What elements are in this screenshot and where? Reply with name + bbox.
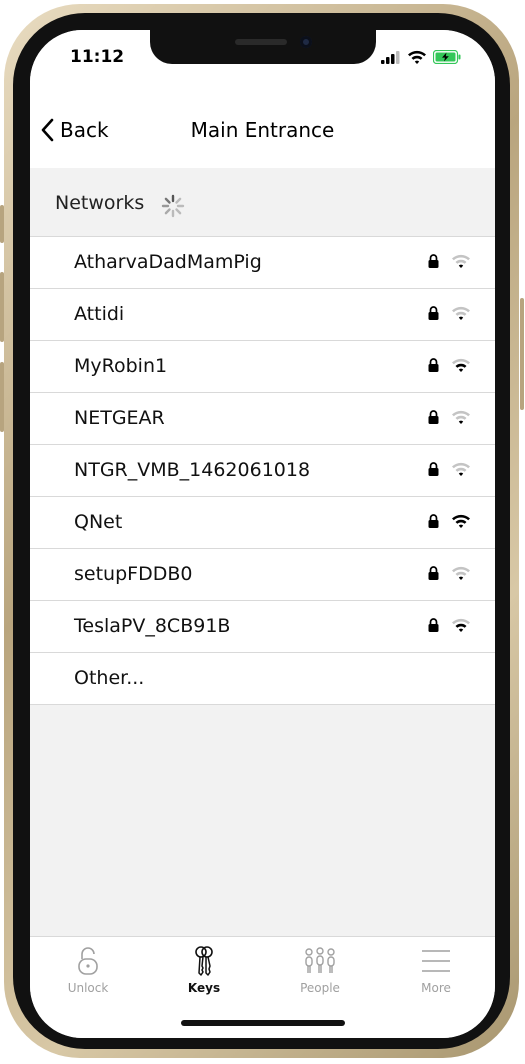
tab-label: Unlock (67, 981, 109, 995)
network-name: AtharvaDadMamPig (74, 251, 262, 273)
network-row-atharvadadmampig[interactable]: AtharvaDadMamPig (30, 237, 495, 289)
network-name: MyRobin1 (74, 355, 168, 377)
network-name: TeslaPV_8CB91B (74, 615, 231, 637)
lock-icon (428, 462, 439, 476)
tab-label: People (300, 981, 340, 995)
wifi-signal-icon (452, 514, 470, 528)
loading-spinner-icon (161, 194, 185, 218)
network-row-ntgr-vmb[interactable]: NTGR_VMB_1462061018 (30, 445, 495, 497)
network-name: QNet (74, 511, 123, 533)
tab-people[interactable]: People (262, 945, 378, 995)
tab-unlock[interactable]: Unlock (30, 945, 146, 995)
back-button[interactable]: Back (40, 118, 109, 142)
wifi-signal-icon (452, 618, 470, 632)
navigation-bar: Main Entrance Back (30, 90, 495, 169)
power-button (520, 298, 524, 410)
keys-icon (195, 946, 213, 976)
wifi-signal-icon (452, 306, 470, 320)
wifi-signal-icon (452, 410, 470, 424)
volume-down-button (0, 362, 4, 432)
chevron-left-icon (41, 118, 54, 142)
volume-up-button (0, 272, 4, 342)
lock-icon (428, 514, 439, 528)
network-row-setupfddb0[interactable]: setupFDDB0 (30, 549, 495, 601)
padlock-icon (78, 947, 98, 975)
network-name: NTGR_VMB_1462061018 (74, 459, 311, 481)
network-row-qnet[interactable]: QNet (30, 497, 495, 549)
network-list: AtharvaDadMamPig Attidi MyRobin1 NETGEAR… (30, 237, 495, 705)
front-camera (300, 36, 312, 48)
network-name: setupFDDB0 (74, 563, 193, 585)
wifi-status-icon (408, 50, 426, 64)
tab-label: More (421, 981, 451, 995)
section-label: Networks (55, 192, 145, 214)
battery-charging-icon (433, 50, 461, 64)
tab-keys[interactable]: Keys (146, 945, 262, 995)
mute-switch (0, 205, 4, 243)
status-icons (381, 50, 461, 64)
screen: 11:12 Main Entrance Back Networks Atharv… (30, 30, 495, 1038)
notch (150, 30, 376, 64)
lock-icon (428, 410, 439, 424)
network-row-myrobin1[interactable]: MyRobin1 (30, 341, 495, 393)
back-label: Back (60, 118, 109, 142)
lock-icon (428, 254, 439, 268)
lock-icon (428, 618, 439, 632)
network-row-teslapv[interactable]: TeslaPV_8CB91B (30, 601, 495, 653)
networks-section-header: Networks (30, 168, 495, 237)
home-indicator[interactable] (181, 1020, 345, 1026)
network-name: NETGEAR (74, 407, 165, 429)
wifi-signal-icon (452, 462, 470, 476)
cellular-signal-icon (381, 50, 400, 64)
wifi-signal-icon (452, 254, 470, 268)
lock-icon (428, 358, 439, 372)
network-row-attidi[interactable]: Attidi (30, 289, 495, 341)
network-row-netgear[interactable]: NETGEAR (30, 393, 495, 445)
tab-label: Keys (187, 981, 221, 995)
wifi-signal-icon (452, 566, 470, 580)
network-name: Attidi (74, 303, 125, 325)
tab-more[interactable]: More (378, 945, 494, 995)
people-icon (305, 947, 335, 973)
menu-icon (422, 950, 450, 972)
other-network-row[interactable]: Other... (30, 653, 495, 705)
other-network-label: Other... (74, 667, 145, 689)
status-time: 11:12 (70, 47, 125, 67)
speaker (235, 39, 287, 45)
lock-icon (428, 566, 439, 580)
wifi-signal-icon (452, 358, 470, 372)
lock-icon (428, 306, 439, 320)
